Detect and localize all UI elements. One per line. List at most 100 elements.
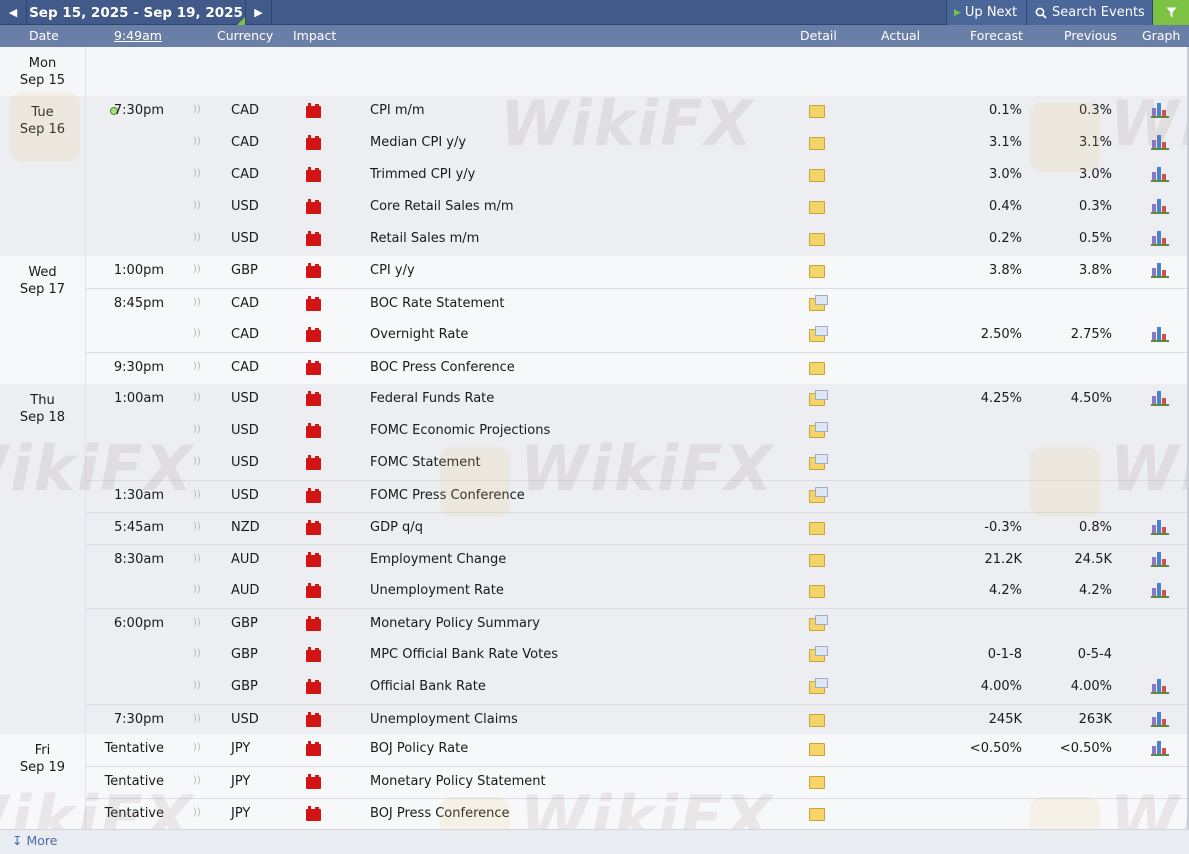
alert-icon[interactable]: )) [193, 264, 201, 275]
event-row[interactable]: 1:00pm)) GBP CPI y/y 3.8% 3.8% [86, 256, 1187, 288]
alert-icon[interactable]: )) [193, 328, 201, 339]
event-title[interactable]: FOMC Press Conference [370, 488, 525, 503]
event-row[interactable]: 5:45am)) NZD GDP q/q -0.3% 0.8% [86, 512, 1187, 544]
event-row[interactable]: Tentative)) JPY BOJ Press Conference [86, 798, 1187, 830]
event-title[interactable]: Unemployment Claims [370, 712, 518, 727]
graph-icon[interactable] [1151, 101, 1169, 118]
event-row[interactable]: 1:00am)) USD Federal Funds Rate 4.25% 4.50% [86, 384, 1187, 416]
detail-folder-icon[interactable] [809, 326, 828, 342]
event-title[interactable]: FOMC Statement [370, 455, 481, 470]
event-row[interactable]: 1:30am)) USD FOMC Press Conference [86, 480, 1187, 512]
event-title[interactable]: Monetary Policy Statement [370, 774, 546, 789]
alert-icon[interactable]: )) [193, 617, 201, 628]
alert-icon[interactable]: )) [193, 584, 201, 595]
graph-icon[interactable] [1151, 165, 1169, 182]
event-title[interactable]: CPI m/m [370, 103, 425, 118]
event-title[interactable]: FOMC Economic Projections [370, 423, 550, 438]
graph-icon[interactable] [1151, 229, 1169, 246]
graph-icon[interactable] [1151, 325, 1169, 342]
event-row[interactable]: )) CAD Median CPI y/y 3.1% 3.1% [86, 128, 1187, 160]
alert-icon[interactable]: )) [193, 489, 201, 500]
alert-icon[interactable]: )) [193, 456, 201, 467]
graph-icon[interactable] [1151, 261, 1169, 278]
detail-folder-icon[interactable] [809, 585, 825, 598]
graph-icon[interactable] [1151, 518, 1169, 535]
detail-folder-icon[interactable] [809, 295, 828, 311]
event-title[interactable]: Official Bank Rate [370, 679, 486, 694]
event-row[interactable]: )) CAD Overnight Rate 2.50% 2.75% [86, 320, 1187, 352]
graph-icon[interactable] [1151, 133, 1169, 150]
event-row[interactable]: 7:30pm)) USD Unemployment Claims 245K 263K [86, 704, 1187, 736]
alert-icon[interactable]: )) [193, 136, 201, 147]
detail-folder-icon[interactable] [809, 678, 828, 694]
detail-folder-icon[interactable] [809, 714, 825, 727]
event-title[interactable]: Unemployment Rate [370, 583, 504, 598]
event-row[interactable]: 8:45pm)) CAD BOC Rate Statement [86, 288, 1187, 320]
event-title[interactable]: Core Retail Sales m/m [370, 199, 514, 214]
event-row[interactable]: )) USD Retail Sales m/m 0.2% 0.5% [86, 224, 1187, 256]
next-week-button[interactable]: ▶ [245, 0, 272, 25]
event-row[interactable]: )) USD FOMC Statement [86, 448, 1187, 480]
event-row[interactable]: 8:30am)) AUD Employment Change 21.2K 24.5K [86, 544, 1187, 576]
event-row[interactable]: 7:30pm)) CAD CPI m/m 0.1% 0.3% [86, 96, 1187, 128]
detail-folder-icon[interactable] [809, 362, 825, 375]
detail-folder-icon[interactable] [809, 646, 828, 662]
event-row[interactable]: 9:30pm)) CAD BOC Press Conference [86, 352, 1187, 384]
event-title[interactable]: Federal Funds Rate [370, 391, 494, 406]
up-next-button[interactable]: ▶ Up Next [946, 0, 1026, 25]
event-title[interactable]: CPI y/y [370, 263, 415, 278]
graph-icon[interactable] [1151, 197, 1169, 214]
graph-icon[interactable] [1151, 710, 1169, 727]
alert-icon[interactable]: )) [193, 168, 201, 179]
event-row[interactable]: )) USD FOMC Economic Projections [86, 416, 1187, 448]
graph-icon[interactable] [1151, 389, 1169, 406]
event-row[interactable]: Tentative)) JPY Monetary Policy Statement [86, 766, 1187, 798]
alert-icon[interactable]: )) [193, 361, 201, 372]
alert-icon[interactable]: )) [193, 807, 201, 818]
alert-icon[interactable]: )) [193, 232, 201, 243]
alert-icon[interactable]: )) [193, 424, 201, 435]
event-title[interactable]: Employment Change [370, 552, 506, 567]
detail-folder-icon[interactable] [809, 522, 825, 535]
detail-folder-icon[interactable] [809, 776, 825, 789]
event-row[interactable]: )) CAD Trimmed CPI y/y 3.0% 3.0% [86, 160, 1187, 192]
search-events-button[interactable]: Search Events [1026, 0, 1152, 25]
event-title[interactable]: BOC Rate Statement [370, 296, 504, 311]
alert-icon[interactable]: )) [193, 680, 201, 691]
event-title[interactable]: Retail Sales m/m [370, 231, 479, 246]
current-time-link[interactable]: 9:49am [114, 28, 162, 43]
detail-folder-icon[interactable] [809, 615, 828, 631]
alert-icon[interactable]: )) [193, 521, 201, 532]
alert-icon[interactable]: )) [193, 200, 201, 211]
detail-folder-icon[interactable] [809, 422, 828, 438]
alert-icon[interactable]: )) [193, 775, 201, 786]
alert-icon[interactable]: )) [193, 742, 201, 753]
week-range-selector[interactable]: Sep 15, 2025 - Sep 19, 2025 [27, 0, 245, 25]
more-link[interactable]: ↧ More [12, 833, 57, 848]
detail-folder-icon[interactable] [809, 201, 825, 214]
previous-week-button[interactable]: ◀ [0, 0, 27, 25]
detail-folder-icon[interactable] [809, 390, 828, 406]
event-title[interactable]: MPC Official Bank Rate Votes [370, 647, 558, 662]
graph-icon[interactable] [1151, 677, 1169, 694]
event-title[interactable]: Monetary Policy Summary [370, 616, 540, 631]
detail-folder-icon[interactable] [809, 454, 828, 470]
event-row[interactable]: )) GBP Official Bank Rate 4.00% 4.00% [86, 672, 1187, 704]
event-row[interactable]: Tentative)) JPY BOJ Policy Rate <0.50% <0.50… [86, 734, 1187, 766]
detail-folder-icon[interactable] [809, 105, 825, 118]
alert-icon[interactable]: )) [193, 648, 201, 659]
graph-icon[interactable] [1151, 739, 1169, 756]
event-title[interactable]: Overnight Rate [370, 327, 468, 342]
event-row[interactable]: )) GBP MPC Official Bank Rate Votes 0-1-8 0-… [86, 640, 1187, 672]
graph-icon[interactable] [1151, 550, 1169, 567]
alert-icon[interactable]: )) [193, 297, 201, 308]
event-title[interactable]: BOC Press Conference [370, 360, 515, 375]
alert-icon[interactable]: )) [193, 392, 201, 403]
detail-folder-icon[interactable] [809, 808, 825, 821]
event-title[interactable]: Median CPI y/y [370, 135, 466, 150]
detail-folder-icon[interactable] [809, 137, 825, 150]
filter-button[interactable] [1152, 0, 1189, 25]
detail-folder-icon[interactable] [809, 554, 825, 567]
alert-icon[interactable]: )) [193, 104, 201, 115]
detail-folder-icon[interactable] [809, 233, 825, 246]
